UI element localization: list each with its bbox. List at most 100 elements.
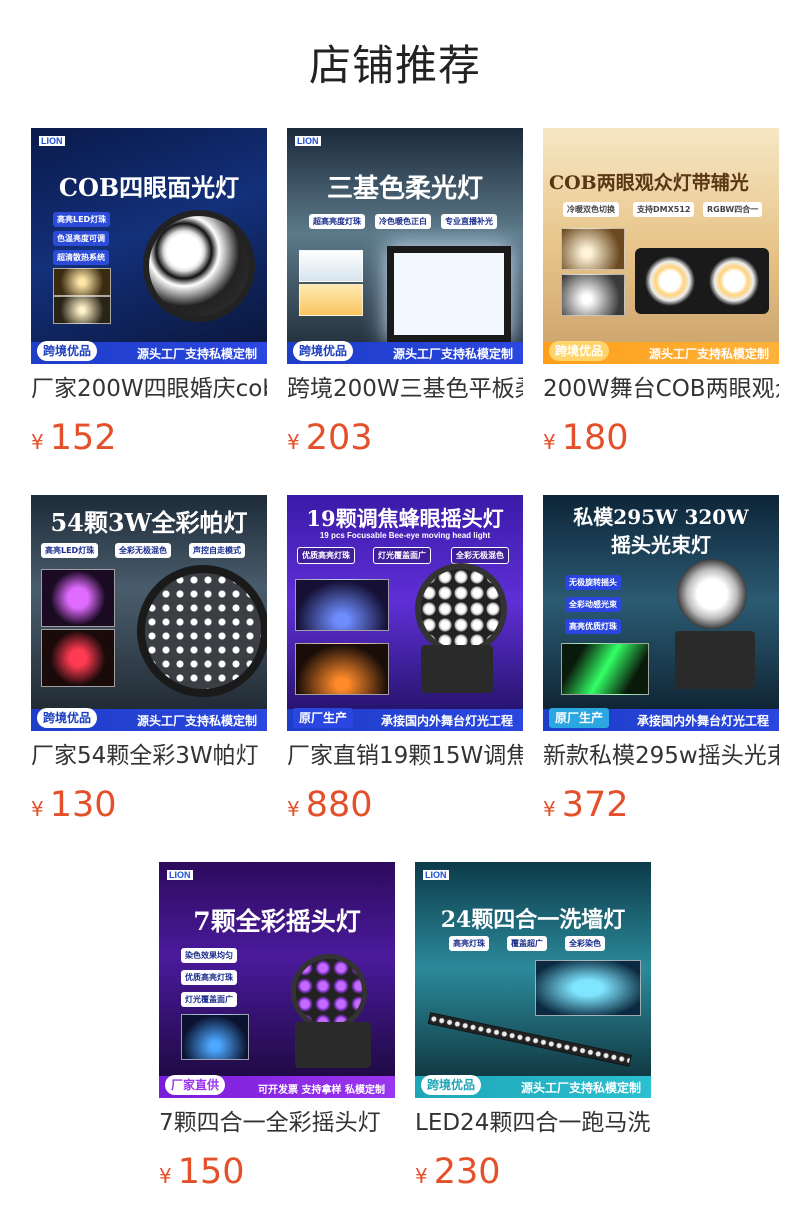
feature-chip: 高亮LED灯珠 — [53, 212, 111, 227]
badge: 原厂生产 — [549, 708, 610, 728]
product-price: ¥203 — [287, 416, 523, 460]
price-value: 880 — [305, 785, 373, 825]
price-value: 180 — [561, 418, 629, 458]
brand-logo: LION — [423, 870, 449, 880]
product-price: ¥880 — [287, 783, 523, 827]
product-card[interactable]: COB两眼观众灯带辅光 冷暖双色切换 支持DMX512 RGBW四合一 跨境优品… — [543, 128, 779, 460]
price-value: 150 — [177, 1152, 245, 1192]
feature-chip: 支持DMX512 — [633, 202, 695, 217]
product-name[interactable]: LED24颗四合一跑马洗墙灯 — [415, 1108, 651, 1138]
effect-thumbnail — [295, 579, 389, 631]
brand-logo: LION — [39, 136, 65, 146]
product-name[interactable]: 厂家54颗全彩3W帕灯 — [31, 741, 267, 771]
feature-chip: 声控自走模式 — [189, 543, 245, 558]
effect-thumbnail — [53, 268, 111, 296]
currency-symbol: ¥ — [287, 797, 300, 821]
product-price: ¥150 — [159, 1150, 395, 1194]
image-banner: 跨境优品 源头工厂支持私模定制 — [31, 708, 267, 731]
price-value: 230 — [433, 1152, 501, 1192]
effect-thumbnail — [561, 274, 625, 316]
product-name[interactable]: 跨境200W三基色平板柔光灯 — [287, 374, 523, 404]
product-card[interactable]: LION COB四眼面光灯 高亮LED灯珠 色温亮度可调 超清散热系统 跨境优品… — [31, 128, 267, 460]
currency-symbol: ¥ — [31, 797, 44, 821]
product-price: ¥130 — [31, 783, 267, 827]
feature-chip: 专业直播补光 — [441, 214, 497, 229]
effect-thumbnail — [535, 960, 641, 1016]
image-banner: 跨境优品 源头工厂支持私模定制 — [31, 341, 267, 364]
feature-chip: 覆盖超广 — [507, 936, 547, 951]
product-card[interactable]: LION 7颗全彩摇头灯 染色效果均匀 优质高亮灯珠 灯光覆盖面广 厂家直供 可… — [159, 862, 395, 1194]
image-subline: 19 pcs Focusable Bee-eye moving head lig… — [319, 531, 491, 540]
currency-symbol: ¥ — [543, 797, 556, 821]
effect-thumbnail — [561, 643, 649, 695]
badge: 跨境优品 — [421, 1075, 482, 1095]
slogan: 源头工厂支持私模定制 — [520, 1081, 641, 1095]
product-name[interactable]: 厂家200W四眼婚庆cob面光灯 — [31, 374, 267, 404]
feature-chip: 无极旋转摇头 — [565, 575, 621, 590]
fixture-graphic — [291, 954, 367, 1030]
product-image[interactable]: LION 24颗四合一洗墙灯 高亮灯珠 覆盖超广 全彩染色 跨境优品 源头工厂支… — [415, 862, 651, 1098]
badge: 厂家直供 — [165, 1075, 226, 1095]
product-image[interactable]: 54颗3W全彩帕灯 高亮LED灯珠 全彩无极混色 声控自走模式 跨境优品 源头工… — [31, 495, 267, 731]
feature-chip: 全彩无极混色 — [115, 543, 171, 558]
feature-chip: 优质高亮灯珠 — [297, 547, 355, 564]
image-headline: 54颗3W全彩帕灯 — [50, 508, 248, 537]
effect-thumbnail — [561, 228, 625, 270]
effect-thumbnail — [53, 296, 111, 324]
slogan: 承接国内外舞台灯光工程 — [636, 714, 769, 728]
fixture-base — [295, 1022, 371, 1068]
fixture-lens — [645, 256, 695, 306]
feature-chip: 灯光覆盖面广 — [181, 992, 237, 1007]
product-image[interactable]: COB两眼观众灯带辅光 冷暖双色切换 支持DMX512 RGBW四合一 跨境优品… — [543, 128, 779, 364]
product-card[interactable]: 54颗3W全彩帕灯 高亮LED灯珠 全彩无极混色 声控自走模式 跨境优品 源头工… — [31, 495, 267, 827]
currency-symbol: ¥ — [287, 430, 300, 454]
product-name[interactable]: 厂家直销19颗15W调焦蜂眼摇头灯 — [287, 741, 523, 771]
feature-chip: 高亮优质灯珠 — [565, 619, 621, 634]
product-name[interactable]: 新款私模295w摇头光束灯 — [543, 741, 779, 771]
currency-symbol: ¥ — [31, 430, 44, 454]
product-image[interactable]: 私模295W 320W 摇头光束灯 无极旋转摇头 全彩动感光束 高亮优质灯珠 原… — [543, 495, 779, 731]
feature-chip: 全彩染色 — [565, 936, 605, 951]
product-name[interactable]: 7颗四合一全彩摇头灯 — [159, 1108, 395, 1138]
product-card[interactable]: 私模295W 320W 摇头光束灯 无极旋转摇头 全彩动感光束 高亮优质灯珠 原… — [543, 495, 779, 827]
product-image[interactable]: 19颗调焦蜂眼摇头灯 19 pcs Focusable Bee-eye movi… — [287, 495, 523, 731]
product-price: ¥230 — [415, 1150, 651, 1194]
slogan: 源头工厂支持私模定制 — [648, 347, 769, 361]
fixture-base — [675, 631, 755, 689]
feature-chip: RGBW四合一 — [703, 202, 763, 217]
currency-symbol: ¥ — [543, 430, 556, 454]
product-price: ¥372 — [543, 783, 779, 827]
product-price: ¥180 — [543, 416, 779, 460]
product-card[interactable]: LION 三基色柔光灯 超高亮度灯珠 冷色暖色正白 专业直播补光 跨境优品 源头… — [287, 128, 523, 460]
fixture-graphic — [143, 210, 255, 322]
product-image[interactable]: LION 7颗全彩摇头灯 染色效果均匀 优质高亮灯珠 灯光覆盖面广 厂家直供 可… — [159, 862, 395, 1098]
product-image[interactable]: LION 三基色柔光灯 超高亮度灯珠 冷色暖色正白 专业直播补光 跨境优品 源头… — [287, 128, 523, 364]
price-value: 203 — [305, 418, 373, 458]
badge: 跨境优品 — [37, 708, 98, 728]
image-headline: COB两眼观众灯带辅光 — [549, 172, 749, 194]
slogan: 源头工厂支持私模定制 — [136, 714, 257, 728]
feature-chip: 高亮灯珠 — [449, 936, 489, 951]
product-card[interactable]: LION 24颗四合一洗墙灯 高亮灯珠 覆盖超广 全彩染色 跨境优品 源头工厂支… — [415, 862, 651, 1194]
product-card[interactable]: 19颗调焦蜂眼摇头灯 19 pcs Focusable Bee-eye movi… — [287, 495, 523, 827]
product-image[interactable]: LION COB四眼面光灯 高亮LED灯珠 色温亮度可调 超清散热系统 跨境优品… — [31, 128, 267, 364]
effect-thumbnail — [295, 643, 389, 695]
badge: 跨境优品 — [549, 341, 610, 361]
product-name[interactable]: 200W舞台COB两眼观众灯 — [543, 374, 779, 404]
feature-chip: 超清散热系统 — [53, 250, 109, 265]
fixture-graphic — [427, 1012, 632, 1067]
feature-chip: 染色效果均匀 — [181, 948, 237, 963]
effect-thumbnail — [41, 569, 115, 627]
image-headline: COB四眼面光灯 — [58, 173, 240, 202]
feature-chip: 超高亮度灯珠 — [309, 214, 365, 229]
image-headline: 三基色柔光灯 — [326, 174, 483, 204]
effect-thumbnail — [299, 250, 363, 282]
image-banner: 厂家直供 可开发票 支持拿样 私模定制 — [159, 1075, 395, 1098]
feature-chip: 高亮LED灯珠 — [41, 543, 99, 558]
image-headline: 19颗调焦蜂眼摇头灯 — [306, 506, 504, 531]
feature-chip: 全彩动感光束 — [565, 597, 621, 612]
product-price: ¥152 — [31, 416, 267, 460]
feature-chip: 灯光覆盖面广 — [373, 547, 431, 564]
feature-chip: 冷色暖色正白 — [375, 214, 431, 229]
brand-logo: LION — [295, 136, 321, 146]
